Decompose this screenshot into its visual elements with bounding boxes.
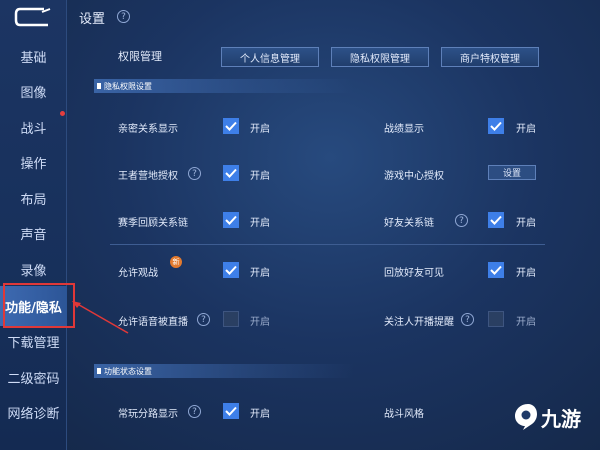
game-center-authorization-label: 游戏中心授权: [384, 171, 444, 182]
combat-style-label: 战斗风格: [384, 409, 424, 420]
sidebar-item-graphics[interactable]: 图像: [0, 73, 67, 109]
state-text: 开启: [250, 124, 270, 135]
sidebar-item-secondary-password[interactable]: 二级密码: [0, 359, 67, 395]
sidebar-item-label: 声音: [20, 227, 47, 243]
intimacy-display-label: 亲密关系显示: [118, 124, 178, 135]
personal-info-management-button[interactable]: 个人信息管理: [221, 47, 319, 67]
season-review-relations-label: 赛季回顾关系链: [118, 218, 188, 229]
allow-spectate-checkbox[interactable]: [223, 262, 239, 278]
allow-voice-broadcast-label: 允许语音被直播: [118, 317, 188, 328]
divider: [110, 244, 545, 245]
state-text: 开启: [516, 124, 536, 135]
friend-relations-label: 好友关系链: [384, 218, 434, 229]
state-text: 开启: [250, 218, 270, 229]
sidebar-item-label: 录像: [20, 263, 47, 279]
camp-authorization-checkbox[interactable]: [223, 165, 239, 181]
sidebar-item-label: 网络诊断: [7, 406, 60, 422]
page-title: 设置: [79, 12, 106, 27]
section-title: 隐私权限设置: [104, 81, 152, 91]
allow-spectate-label: 允许观战: [118, 268, 158, 279]
followed-live-reminder-label: 关注人开播提醒: [384, 317, 454, 328]
help-icon[interactable]: ?: [461, 313, 474, 326]
state-text: 开启: [250, 171, 270, 182]
sidebar-item-network-diagnostics[interactable]: 网络诊断: [0, 394, 67, 430]
checkmark-icon: [490, 265, 502, 275]
sidebar-item-download-manager[interactable]: 下载管理: [0, 323, 67, 359]
back-arrow-icon[interactable]: [14, 6, 54, 28]
sidebar-item-layout[interactable]: 布局: [0, 180, 67, 216]
checkmark-icon: [225, 168, 237, 178]
sidebar-item-label: 二级密码: [7, 371, 60, 387]
replay-friends-visible-label: 回放好友可见: [384, 268, 444, 279]
match-record-display-checkbox[interactable]: [488, 118, 504, 134]
sidebar-item-basic[interactable]: 基础: [0, 38, 67, 74]
sidebar-item-label: 下载管理: [7, 335, 60, 351]
state-text: 开启: [516, 317, 536, 328]
camp-authorization-label: 王者营地授权: [118, 171, 178, 182]
game-center-settings-button[interactable]: 设置: [488, 165, 536, 180]
checkmark-icon: [490, 121, 502, 131]
allow-voice-broadcast-checkbox[interactable]: [223, 311, 239, 327]
state-text: 开启: [516, 218, 536, 229]
function-section-header: 功能状态设置: [94, 364, 354, 378]
jiuyou-logo-icon: [515, 404, 537, 430]
followed-live-reminder-checkbox[interactable]: [488, 311, 504, 327]
help-icon[interactable]: ?: [197, 313, 210, 326]
help-icon[interactable]: ?: [117, 10, 130, 23]
sidebar-item-label: 基础: [20, 50, 47, 66]
sidebar-item-label: 操作: [20, 156, 47, 172]
merchant-privilege-management-button[interactable]: 商户特权管理: [441, 47, 539, 67]
notification-dot: [60, 111, 65, 116]
checkmark-icon: [225, 406, 237, 416]
checkmark-icon: [225, 265, 237, 275]
privacy-section-header: 隐私权限设置: [94, 79, 354, 93]
sidebar-item-label: 布局: [20, 192, 47, 208]
help-icon[interactable]: ?: [188, 405, 201, 418]
state-text: 开启: [516, 268, 536, 279]
sidebar-item-combat[interactable]: 战斗: [0, 109, 67, 145]
highlight-box: [3, 283, 75, 328]
friend-relations-checkbox[interactable]: [488, 212, 504, 228]
state-text: 开启: [250, 317, 270, 328]
permission-management-label: 权限管理: [118, 50, 162, 63]
sidebar-item-label: 战斗: [20, 121, 47, 137]
sidebar-item-controls[interactable]: 操作: [0, 144, 67, 180]
state-text: 开启: [250, 268, 270, 279]
intimacy-display-checkbox[interactable]: [223, 118, 239, 134]
replay-friends-visible-checkbox[interactable]: [488, 262, 504, 278]
sidebar-item-sound[interactable]: 声音: [0, 215, 67, 251]
help-icon[interactable]: ?: [188, 167, 201, 180]
sidebar-item-recording[interactable]: 录像: [0, 251, 67, 287]
help-icon[interactable]: ?: [455, 214, 468, 227]
season-review-relations-checkbox[interactable]: [223, 212, 239, 228]
frequent-lane-display-checkbox[interactable]: [223, 403, 239, 419]
sidebar: 基础 图像 战斗 操作 布局 声音 录像 功能/隐私 下载管理 二级密码 网络诊…: [0, 0, 67, 450]
checkmark-icon: [225, 215, 237, 225]
watermark: 九游: [512, 402, 581, 432]
checkmark-icon: [225, 121, 237, 131]
watermark-text: 九游: [541, 406, 581, 431]
privacy-permission-management-button[interactable]: 隐私权限管理: [331, 47, 429, 67]
sidebar-item-label: 图像: [20, 85, 47, 101]
new-badge: 新: [170, 256, 182, 268]
checkmark-icon: [490, 215, 502, 225]
match-record-display-label: 战绩显示: [384, 124, 424, 135]
section-title: 功能状态设置: [104, 366, 152, 376]
state-text: 开启: [250, 409, 270, 420]
frequent-lane-display-label: 常玩分路显示: [118, 409, 178, 420]
